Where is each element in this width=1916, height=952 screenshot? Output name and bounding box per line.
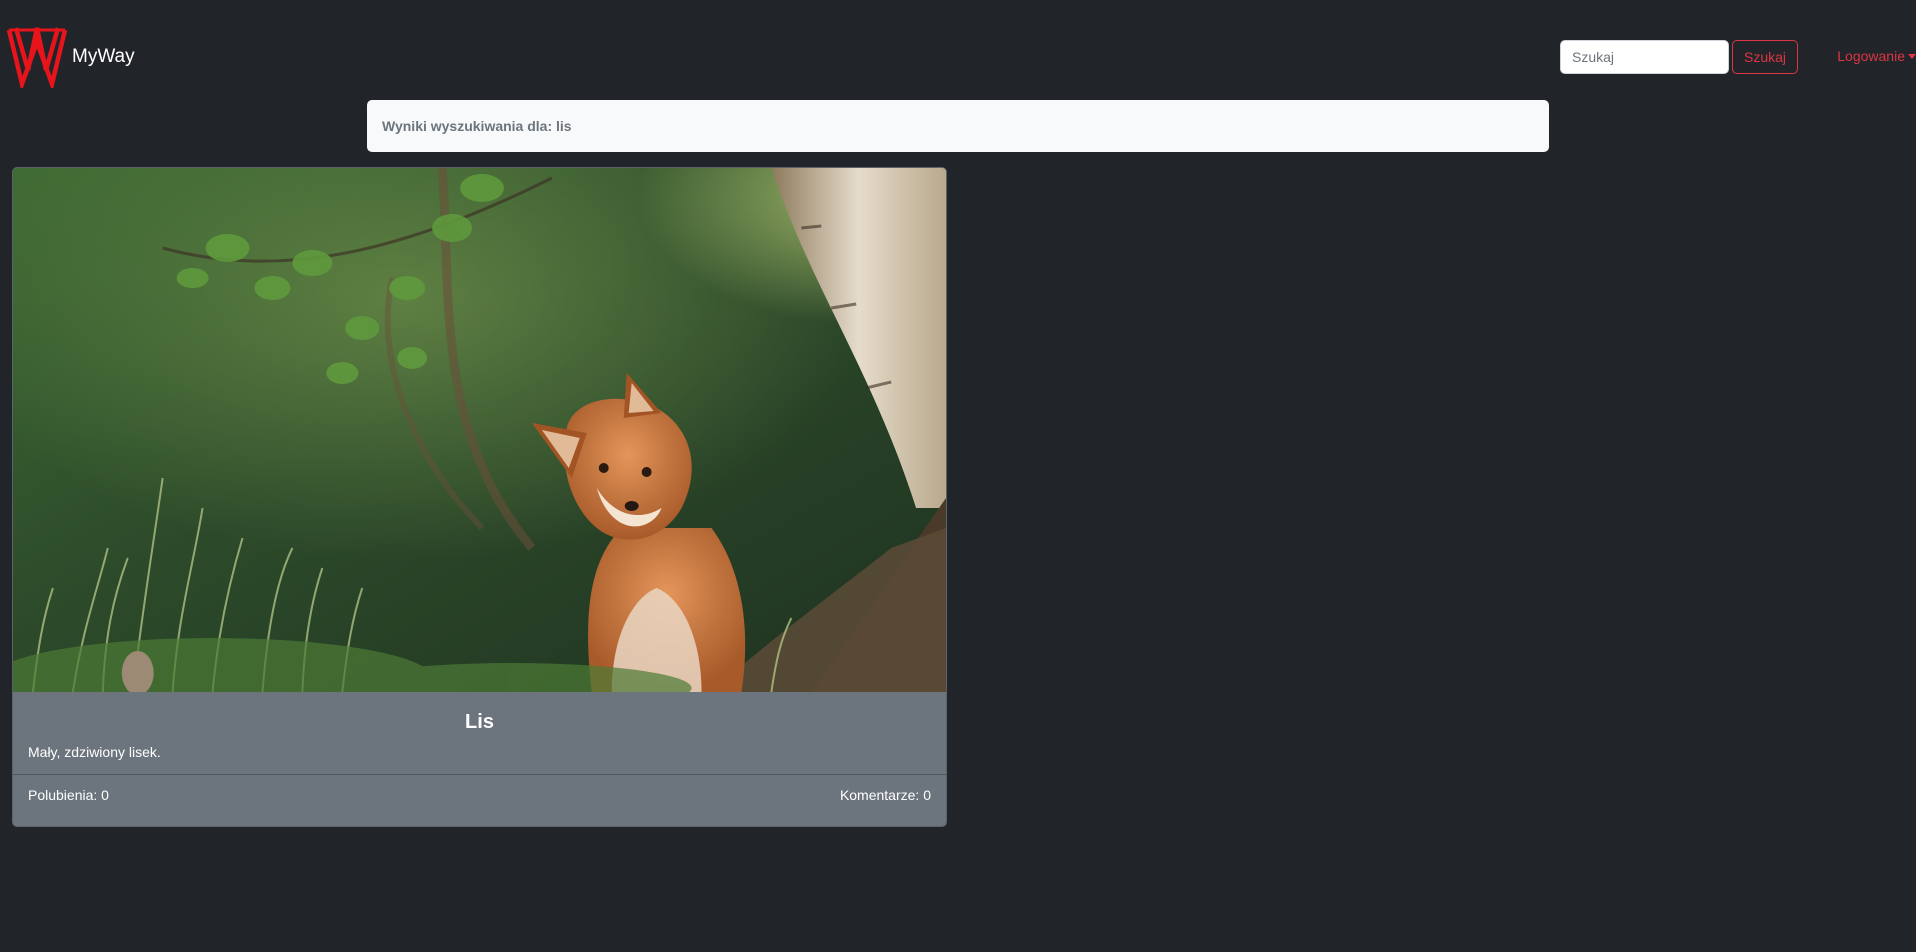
post-card-footer: Polubienia: 0 Komentarze: 0 — [13, 775, 946, 815]
post-image — [13, 168, 946, 692]
brand-link[interactable]: MyWay — [6, 24, 135, 88]
login-dropdown[interactable]: Logowanie — [1837, 48, 1916, 64]
post-title: Lis — [465, 711, 494, 733]
brand-name: MyWay — [72, 45, 135, 67]
post-card[interactable]: Lis Mały, zdziwiony lisek. Polubienia: 0… — [12, 167, 947, 827]
comments-count: Komentarze: 0 — [839, 787, 931, 803]
search-results-heading: Wyniki wyszukiwania dla: lis — [367, 100, 1549, 152]
navbar: MyWay Szukaj Logowanie — [0, 0, 1916, 116]
search-form: Szukaj — [1560, 40, 1799, 74]
login-dropdown-label: Logowanie — [1837, 48, 1905, 64]
post-card-body: Lis Mały, zdziwiony lisek. — [13, 692, 946, 775]
search-button[interactable]: Szukaj — [1732, 40, 1799, 74]
search-input[interactable] — [1560, 40, 1729, 74]
caret-down-icon — [1908, 53, 1916, 59]
myway-logo-icon — [6, 27, 68, 88]
post-description: Mały, zdziwiony lisek. — [28, 744, 161, 760]
likes-count: Polubienia: 0 — [28, 787, 109, 803]
